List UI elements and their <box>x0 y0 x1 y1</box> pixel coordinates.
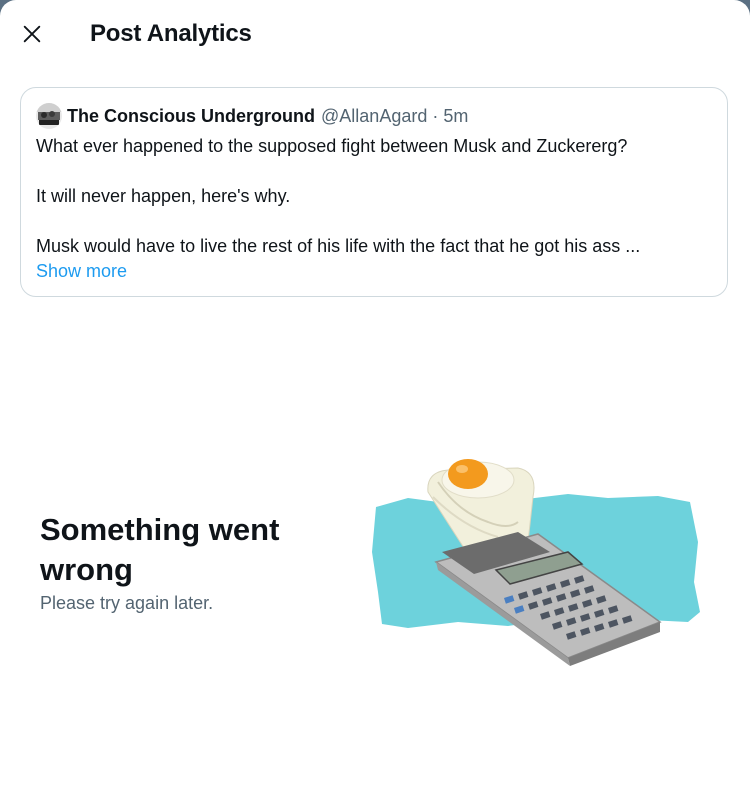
modal-header: Post Analytics <box>0 0 750 68</box>
post-analytics-modal: Post Analytics The Conscious Underground… <box>0 0 750 812</box>
error-title: Something went wrong <box>40 512 280 587</box>
post-text-line: It will never happen, here's why. <box>36 186 291 206</box>
page-title: Post Analytics <box>90 20 252 47</box>
author-handle[interactable]: @AllanAgard <box>321 106 427 127</box>
post-text: What ever happened to the supposed fight… <box>36 134 714 259</box>
author-name[interactable]: The Conscious Underground <box>67 106 315 127</box>
post-text-line: Musk would have to live the rest of his … <box>36 236 641 256</box>
post-text-line: What ever happened to the supposed fight… <box>36 136 628 156</box>
close-icon <box>23 25 41 43</box>
post-timestamp[interactable]: 5m <box>443 106 468 127</box>
post-author-row: The Conscious Underground @AllanAgard · … <box>36 103 468 129</box>
show-more-link[interactable]: Show more <box>36 259 127 284</box>
quoted-post-card[interactable]: The Conscious Underground @AllanAgard · … <box>20 87 728 297</box>
calculator-with-egg-illustration <box>368 452 702 668</box>
avatar[interactable] <box>36 103 62 129</box>
close-button[interactable] <box>12 14 52 54</box>
error-subtitle: Please try again later. <box>40 593 214 613</box>
separator-dot: · <box>432 105 439 126</box>
